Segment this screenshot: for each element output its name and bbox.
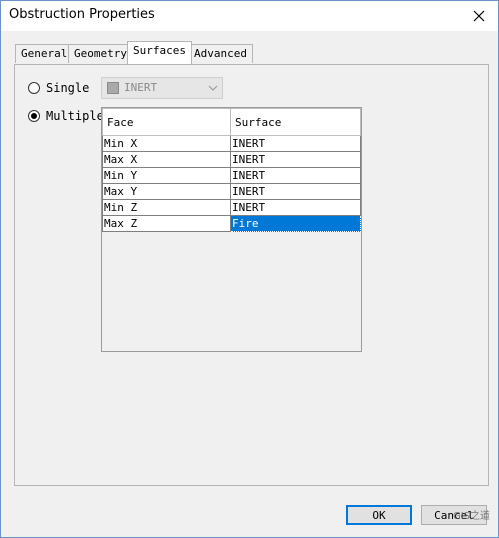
multiple-radio[interactable]: Multiple [28,109,104,123]
close-icon [473,10,485,22]
table-row[interactable]: Min Z INERT [101,199,361,216]
surface-grid[interactable]: Face Surface Min X INERT Max X INERT Min… [101,107,362,352]
face-cell[interactable]: Min Z [101,199,232,216]
surface-cell[interactable]: INERT [230,135,361,152]
surface-color-swatch [107,82,119,94]
grid-header-row: Face Surface [101,108,361,136]
face-cell[interactable]: Max X [101,151,232,168]
table-row[interactable]: Min Y INERT [101,167,361,184]
tab-advanced[interactable]: Advanced [188,44,253,63]
multiple-radio-circle[interactable] [28,110,40,122]
tab-surfaces[interactable]: Surfaces [127,41,192,64]
surface-cell[interactable]: INERT [230,151,361,168]
watermark-text: GIS之道 [452,511,490,522]
ok-button[interactable]: OK [346,505,412,525]
face-cell[interactable]: Min Y [101,167,232,184]
tab-general[interactable]: General [15,44,74,63]
surface-cell-selected[interactable]: Fire [230,215,361,232]
tab-geometry[interactable]: Geometry [68,44,133,63]
single-surface-value: INERT [124,81,158,94]
column-header-surface[interactable]: Surface [230,108,361,136]
surface-cell[interactable]: INERT [230,199,361,216]
window-title: Obstruction Properties [9,7,155,22]
table-row[interactable]: Max Y INERT [101,183,361,200]
title-bar[interactable]: Obstruction Properties [1,1,498,31]
close-button[interactable] [466,3,492,29]
combo-dropdown-button[interactable] [204,78,222,98]
face-cell[interactable]: Min X [101,135,232,152]
single-radio-circle[interactable] [28,82,40,94]
surface-cell[interactable]: INERT [230,167,361,184]
face-cell[interactable]: Max Z [101,215,232,232]
table-row[interactable]: Max X INERT [101,151,361,168]
single-radio-label: Single [46,81,90,95]
surface-cell[interactable]: INERT [230,183,361,200]
column-header-face[interactable]: Face [101,108,232,136]
table-row[interactable]: Min X INERT [101,135,361,152]
table-row[interactable]: Max Z Fire [101,215,361,232]
properties-dialog: Obstruction Properties General Geometry … [0,0,499,538]
single-radio[interactable]: Single [28,81,89,95]
multiple-radio-label: Multiple [46,109,104,123]
face-cell[interactable]: Max Y [101,183,232,200]
chevron-down-icon [208,85,218,91]
surface-table: Face Surface Min X INERT Max X INERT Min… [101,108,361,232]
single-surface-combo[interactable]: INERT [101,77,223,99]
